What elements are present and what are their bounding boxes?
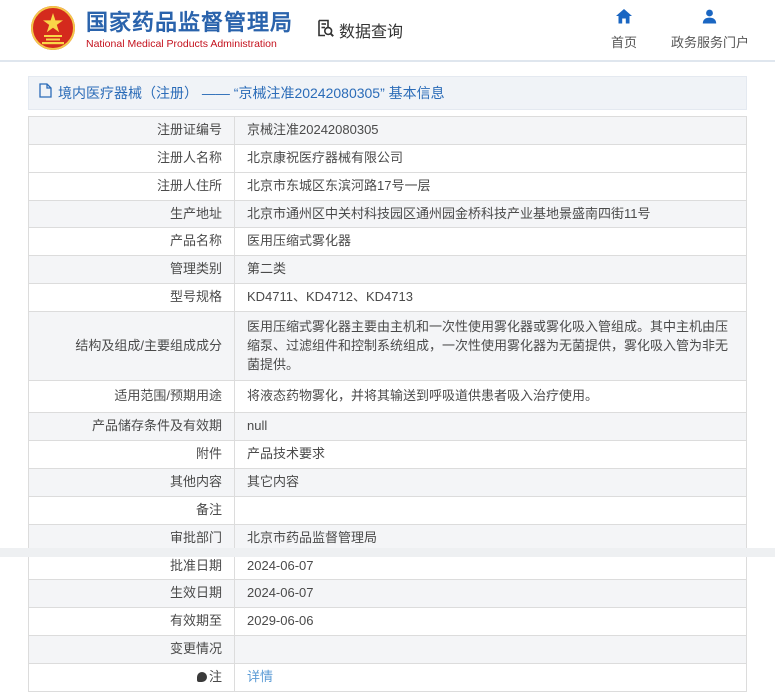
- footer-strip: [0, 548, 775, 557]
- row-value: [234, 635, 747, 664]
- table-row: 有效期至 2029-06-06: [28, 607, 747, 637]
- table-row: 管理类别 第二类: [28, 255, 747, 285]
- agency-name-cn: 国家药品监督管理局: [86, 10, 294, 36]
- registration-detail-table: 注册证编号 京械注准20242080305 注册人名称 北京康祝医疗器械有限公司…: [28, 116, 747, 692]
- row-label: 注: [28, 662, 235, 692]
- nav-home[interactable]: 首页: [611, 9, 637, 51]
- table-row: 变更情况: [28, 635, 747, 664]
- table-row: 注册人名称 北京康祝医疗器械有限公司: [28, 143, 747, 173]
- row-label: 变更情况: [28, 635, 235, 664]
- main-content: 境内医疗器械（注册） —— “京械注准20242080305” 基本信息 注册证…: [28, 76, 747, 692]
- nav-home-label: 首页: [610, 35, 637, 50]
- document-search-icon: [315, 18, 339, 43]
- home-icon: [615, 9, 632, 32]
- row-value: 将液态药物雾化，并将其输送到呼吸道供患者吸入治疗使用。: [234, 380, 747, 414]
- row-value: 产品技术要求: [234, 440, 747, 469]
- detail-link[interactable]: 详情: [247, 669, 273, 684]
- table-row: 注册证编号 京械注准20242080305: [28, 116, 747, 145]
- row-label: 有效期至: [28, 607, 235, 637]
- row-label: 注册证编号: [28, 116, 235, 145]
- header-nav: 首页 政务服务门户: [611, 9, 757, 51]
- row-value: 医用压缩式雾化器主要由主机和一次性使用雾化器或雾化吸入管组成。其中主机由压缩泵、…: [234, 310, 747, 382]
- table-row: 备注: [28, 495, 747, 525]
- table-row: 产品名称 医用压缩式雾化器: [28, 227, 747, 257]
- row-value: 详情: [234, 662, 747, 692]
- table-row: 结构及组成/主要组成成分 医用压缩式雾化器主要由主机和一次性使用雾化器或雾化吸入…: [28, 310, 747, 382]
- page-title: 境内医疗器械（注册） —— “京械注准20242080305” 基本信息: [58, 85, 445, 101]
- note-icon: [196, 671, 207, 682]
- row-label: 附件: [28, 440, 235, 469]
- row-value: 北京市通州区中关村科技园区通州园金桥科技产业基地景盛南四街11号: [234, 199, 747, 229]
- row-label: 注册人住所: [28, 171, 235, 201]
- user-icon: [702, 9, 717, 32]
- table-row: 注册人住所 北京市东城区东滨河路17号一层: [28, 171, 747, 201]
- row-label: 产品储存条件及有效期: [28, 412, 235, 442]
- row-value: [234, 495, 747, 525]
- agency-name-en: National Medical Products Administration: [86, 37, 277, 50]
- table-row: 注 详情: [28, 662, 747, 692]
- row-label: 产品名称: [28, 227, 235, 257]
- row-label: 适用范围/预期用途: [28, 380, 235, 414]
- table-row: 其他内容 其它内容: [28, 467, 747, 497]
- table-row: 生效日期 2024-06-07: [28, 579, 747, 609]
- row-label: 注册人名称: [28, 143, 235, 173]
- nav-gov-service-portal[interactable]: 政务服务门户: [671, 9, 749, 51]
- row-label: 生产地址: [28, 199, 235, 229]
- row-value: 第二类: [234, 255, 747, 285]
- data-query-nav[interactable]: 数据查询: [315, 18, 403, 43]
- agency-logo: 国家药品监督管理局 National Medical Products Admi…: [30, 5, 293, 56]
- row-value: null: [234, 412, 747, 442]
- row-value: 2029-06-06: [234, 607, 747, 637]
- row-label: 备注: [28, 495, 235, 525]
- row-label: 管理类别: [28, 255, 235, 285]
- row-label: 型号规格: [28, 283, 235, 312]
- row-value: 其它内容: [234, 467, 747, 497]
- row-value: KD4711、KD4712、KD4713: [234, 283, 747, 312]
- header: 国家药品监督管理局 National Medical Products Admi…: [0, 0, 775, 62]
- row-value: 2024-06-07: [234, 579, 747, 609]
- data-query-label: 数据查询: [339, 24, 404, 41]
- national-emblem-icon: [30, 5, 76, 56]
- row-value: 北京康祝医疗器械有限公司: [234, 143, 747, 173]
- row-value: 北京市东城区东滨河路17号一层: [234, 171, 747, 201]
- table-row: 附件 产品技术要求: [28, 440, 747, 469]
- row-label: 结构及组成/主要组成成分: [28, 310, 235, 382]
- nav-gov-service-portal-label: 政务服务门户: [670, 35, 749, 50]
- table-row: 型号规格 KD4711、KD4712、KD4713: [28, 283, 747, 312]
- file-icon: [39, 83, 58, 103]
- table-row: 产品储存条件及有效期 null: [28, 412, 747, 442]
- row-value: 医用压缩式雾化器: [234, 227, 747, 257]
- table-row: 生产地址 北京市通州区中关村科技园区通州园金桥科技产业基地景盛南四街11号: [28, 199, 747, 229]
- page-title-bar: 境内医疗器械（注册） —— “京械注准20242080305” 基本信息: [28, 76, 747, 110]
- row-label: 其他内容: [28, 467, 235, 497]
- row-value: 京械注准20242080305: [234, 116, 747, 145]
- table-row: 适用范围/预期用途 将液态药物雾化，并将其输送到呼吸道供患者吸入治疗使用。: [28, 380, 747, 414]
- row-label: 生效日期: [28, 579, 235, 609]
